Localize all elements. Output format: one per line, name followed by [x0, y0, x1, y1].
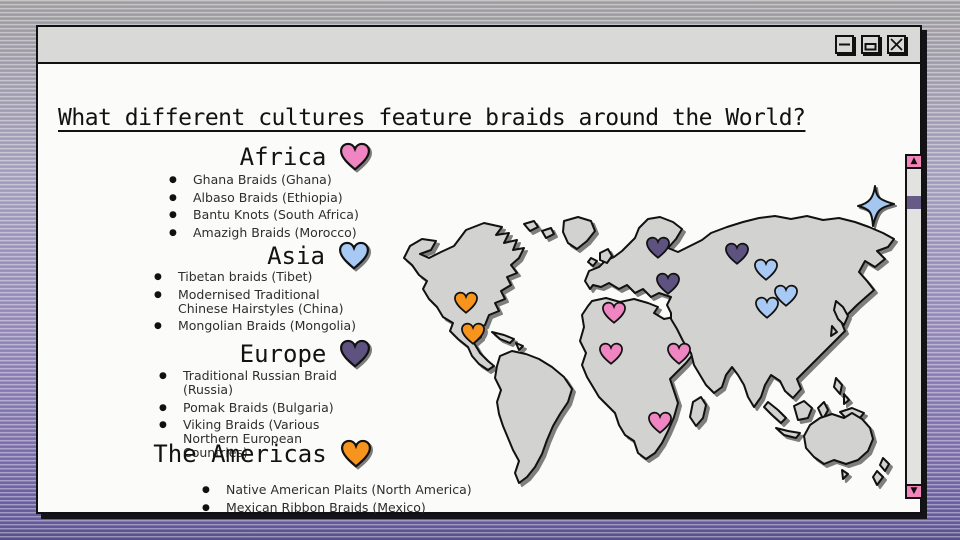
list-item: ●Albaso Braids (Ethiopia): [163, 191, 359, 205]
bullet-icon: ●: [153, 418, 183, 432]
heading-americas: The Americas: [123, 439, 403, 469]
scrollbar: ▲ ▼: [905, 154, 923, 499]
minimize-icon: [838, 38, 851, 51]
bullet-icon: ●: [163, 191, 193, 205]
africa-heart-icon: [338, 142, 372, 172]
heading-europe-label: Europe: [240, 340, 327, 368]
window-titlebar[interactable]: [38, 27, 920, 64]
heading-africa: Africa: [166, 142, 446, 172]
list-item: ●Mexican Ribbon Braids (Mexico): [196, 501, 472, 515]
heading-asia-label: Asia: [267, 242, 325, 270]
maximize-button[interactable]: [861, 35, 880, 54]
list-item: ●Pomak Braids (Bulgaria): [153, 401, 369, 415]
bullet-icon: ●: [148, 319, 178, 333]
sparkle-icon: [857, 185, 895, 227]
americas-heart-icon: [339, 439, 373, 469]
close-button[interactable]: [887, 35, 906, 54]
bullet-icon: ●: [148, 270, 178, 284]
bullet-icon: ●: [163, 208, 193, 222]
list-item: ●Ghana Braids (Ghana): [163, 173, 359, 187]
scrollbar-thumb[interactable]: [907, 196, 921, 209]
list-item-text: Ghana Braids (Ghana): [193, 173, 332, 187]
list-item-text: Mexican Ribbon Braids (Mexico): [226, 501, 426, 515]
heading-americas-label: The Americas: [153, 440, 326, 468]
minimize-button[interactable]: [835, 35, 854, 54]
asia-list: ●Tibetan braids (Tibet)●Modernised Tradi…: [148, 270, 364, 337]
heading-africa-label: Africa: [240, 143, 327, 171]
list-item: ●Mongolian Braids (Mongolia): [148, 319, 364, 333]
list-item-text: Amazigh Braids (Morocco): [193, 226, 357, 240]
list-item-text: Tibetan braids (Tibet): [178, 270, 312, 284]
list-item: ●Tibetan braids (Tibet): [148, 270, 364, 284]
list-item-text: Pomak Braids (Bulgaria): [183, 401, 334, 415]
list-item-text: Bantu Knots (South Africa): [193, 208, 359, 222]
scrollbar-track[interactable]: [905, 169, 923, 484]
list-item: ●Traditional Russian Braid (Russia): [153, 369, 369, 397]
continents: [404, 216, 894, 485]
bullet-icon: ●: [153, 369, 183, 383]
scroll-up-button[interactable]: ▲: [905, 154, 923, 169]
list-item: ●Bantu Knots (South Africa): [163, 208, 359, 222]
asia-heart-icon: [337, 241, 371, 271]
list-item-text: Modernised Traditional Chinese Hairstyle…: [178, 288, 364, 316]
bullet-icon: ●: [196, 501, 226, 515]
bullet-icon: ●: [196, 483, 226, 497]
bullet-icon: ●: [148, 288, 178, 302]
maximize-icon: [864, 38, 877, 51]
list-item-text: Albaso Braids (Ethiopia): [193, 191, 343, 205]
africa-list: ●Ghana Braids (Ghana)●Albaso Braids (Eth…: [163, 173, 359, 243]
europe-heart-icon: [338, 339, 372, 369]
list-item-text: Traditional Russian Braid (Russia): [183, 369, 369, 397]
page-title: What different cultures feature braids a…: [58, 105, 904, 131]
window: What different cultures feature braids a…: [36, 25, 922, 514]
list-item-text: Mongolian Braids (Mongolia): [178, 319, 356, 333]
slide-content: What different cultures feature braids a…: [38, 66, 920, 512]
list-item: ●Amazigh Braids (Morocco): [163, 226, 359, 240]
bullet-icon: ●: [153, 401, 183, 415]
close-icon: [890, 38, 903, 51]
bullet-icon: ●: [163, 226, 193, 240]
world-map: [396, 206, 901, 496]
list-item: ●Modernised Traditional Chinese Hairstyl…: [148, 288, 364, 316]
scroll-down-button[interactable]: ▼: [905, 484, 923, 499]
bullet-icon: ●: [163, 173, 193, 187]
